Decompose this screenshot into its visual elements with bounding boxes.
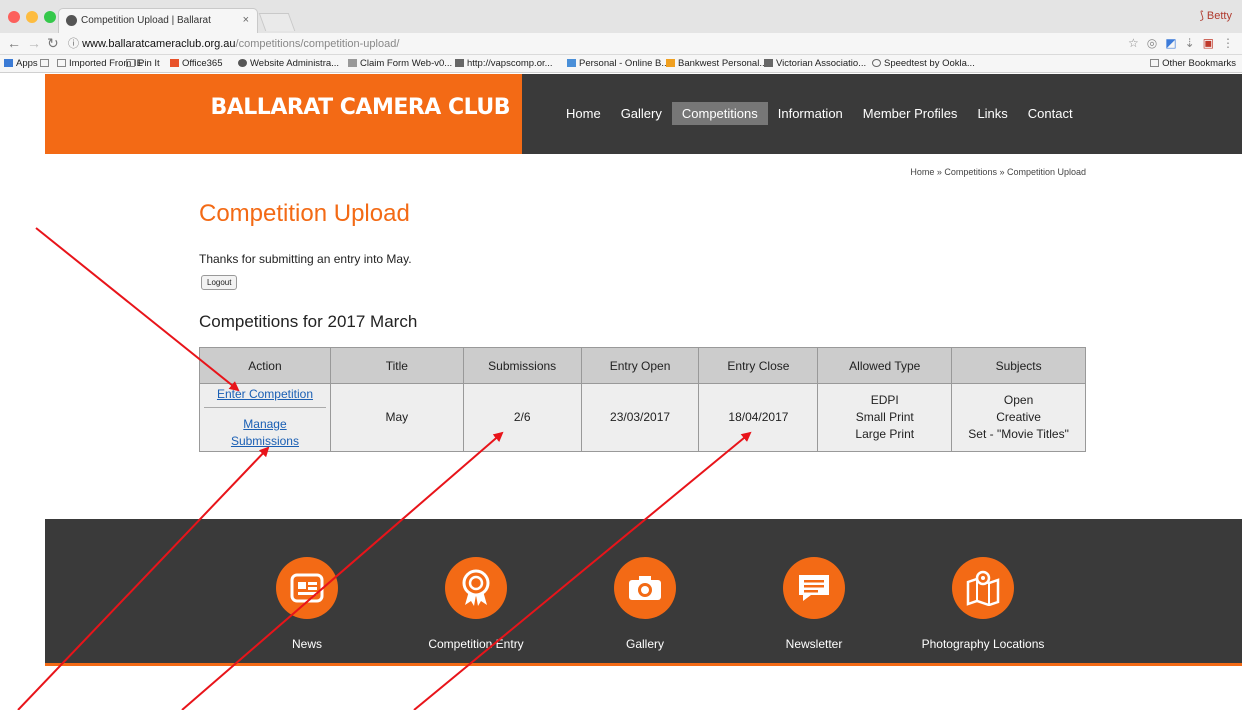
reload-icon[interactable]: ↻: [47, 35, 59, 52]
url-host: www.ballaratcameraclub.org.au: [82, 38, 236, 50]
browser-tab[interactable]: Competition Upload | Ballarat ×: [58, 8, 258, 33]
map-icon: [952, 557, 1014, 619]
footer-label: Newsletter: [785, 637, 843, 651]
submissions-cell: 2/6: [462, 383, 582, 452]
url-path: /competitions/competition-upload/: [235, 38, 400, 50]
extension-icon[interactable]: ▣: [1203, 36, 1214, 50]
action-cell: Enter Competition Manage Submissions: [199, 383, 331, 452]
table-header-row: Action Title Submissions Entry Open Entr…: [199, 347, 1086, 384]
bookmark-blank[interactable]: [40, 58, 52, 69]
thanks-message: Thanks for submitting an entry into May.: [199, 252, 412, 266]
col-action: Action: [199, 347, 331, 384]
enter-competition-link[interactable]: Enter Competition: [204, 384, 326, 408]
browser-tab-bar: Competition Upload | Ballarat × ⟆ Betty: [0, 0, 1242, 33]
bookmark-website-admin[interactable]: Website Administra...: [238, 58, 339, 69]
close-window-button[interactable]: [8, 11, 20, 23]
extension-icon[interactable]: ◩: [1165, 36, 1176, 50]
nav-home[interactable]: Home: [556, 102, 611, 125]
footer-photography-locations[interactable]: Photography Locations: [903, 557, 1063, 651]
footer-label: Photography Locations: [921, 637, 1045, 651]
nav-member-profiles[interactable]: Member Profiles: [853, 102, 968, 125]
allowed-type-cell: EDPI Small Print Large Print: [817, 383, 953, 452]
col-allowed-type: Allowed Type: [817, 347, 953, 384]
bookmark-victorian-association[interactable]: Victorian Associatio...: [764, 58, 866, 69]
manage-submissions-link[interactable]: Manage Submissions: [200, 408, 330, 450]
bookmark-vapscomp[interactable]: http://vapscomp.or...: [455, 58, 553, 69]
footer-gallery[interactable]: Gallery: [565, 557, 725, 651]
address-bar-row: ← → ↻ ⓘ www.ballaratcameraclub.org.au/co…: [0, 33, 1242, 55]
minimize-window-button[interactable]: [26, 11, 38, 23]
footer-news[interactable]: News: [227, 557, 387, 651]
bookmark-apps[interactable]: Apps: [4, 58, 38, 69]
info-icon: ⓘ: [68, 38, 83, 50]
subject-item: Set - "Movie Titles": [968, 427, 1069, 441]
competitions-heading: Competitions for 2017 March: [199, 312, 418, 331]
footer-newsletter[interactable]: Newsletter: [734, 557, 894, 651]
bookmark-personal-online[interactable]: Personal - Online B...: [567, 58, 669, 69]
nav-gallery[interactable]: Gallery: [611, 102, 672, 125]
page-title: Competition Upload: [199, 200, 410, 227]
extension-icons: ☆ ◎ ◩ ⇣ ▣ ⋮: [1128, 36, 1234, 50]
allowed-type-item: Large Print: [855, 427, 915, 441]
new-tab-button[interactable]: [258, 13, 296, 31]
competitions-table: Action Title Submissions Entry Open Entr…: [199, 347, 1086, 452]
main-nav: Home Gallery Competitions Information Me…: [556, 102, 1083, 125]
col-title: Title: [329, 347, 464, 384]
tab-title: Competition Upload | Ballarat: [81, 15, 211, 26]
nav-competitions[interactable]: Competitions: [671, 102, 768, 125]
site-favicon-icon: [66, 15, 77, 26]
extension-icon[interactable]: ⇣: [1185, 36, 1195, 50]
footer-label: News: [291, 637, 322, 651]
subjects-cell: Open Creative Set - "Movie Titles": [951, 383, 1086, 452]
chat-icon: [783, 557, 845, 619]
forward-arrow-icon[interactable]: →: [27, 35, 41, 51]
camera-icon: [614, 557, 676, 619]
breadcrumb[interactable]: Home » Competitions » Competition Upload: [910, 167, 1086, 177]
star-bookmark-icon[interactable]: ☆: [1128, 36, 1139, 50]
bookmark-bankwest[interactable]: Bankwest Personal...: [666, 58, 767, 69]
bookmarks-bar: Apps Imported From IE Pin It Office365 W…: [0, 55, 1242, 73]
news-icon: [276, 557, 338, 619]
other-bookmarks[interactable]: Other Bookmarks: [1150, 58, 1236, 69]
extension-icon[interactable]: ◎: [1147, 36, 1157, 50]
nav-links[interactable]: Links: [967, 102, 1017, 125]
nav-contact[interactable]: Contact: [1018, 102, 1083, 125]
site-footer: News Competition Entry Gallery Newslette…: [45, 519, 1242, 666]
col-entry-close: Entry Close: [698, 347, 819, 384]
award-icon: [445, 557, 507, 619]
subject-item: Creative: [996, 410, 1041, 424]
col-subjects: Subjects: [951, 347, 1086, 384]
logout-button[interactable]: Logout: [201, 275, 238, 290]
col-entry-open: Entry Open: [580, 347, 700, 384]
footer-label: Competition Entry: [428, 637, 524, 651]
maximize-window-button[interactable]: [44, 11, 56, 23]
footer-label: Gallery: [625, 637, 664, 651]
menu-kebab-icon[interactable]: ⋮: [1222, 36, 1234, 50]
bookmark-office365[interactable]: Office365: [170, 58, 223, 69]
url-field[interactable]: ⓘ www.ballaratcameraclub.org.au/competit…: [68, 35, 1118, 53]
back-arrow-icon[interactable]: ←: [7, 35, 21, 51]
title-cell: May: [329, 383, 464, 452]
footer-competition-entry[interactable]: Competition Entry: [396, 557, 556, 651]
allowed-type-item: Small Print: [855, 410, 914, 424]
bookmark-pin-it[interactable]: Pin It: [126, 58, 160, 69]
nav-information[interactable]: Information: [768, 102, 853, 125]
entry-close-cell: 18/04/2017: [698, 383, 819, 452]
subject-item: Open: [1003, 393, 1034, 407]
table-row: Enter Competition Manage Submissions May…: [199, 383, 1086, 452]
col-submissions: Submissions: [462, 347, 582, 384]
bookmark-speedtest[interactable]: Speedtest by Ookla...: [872, 58, 975, 69]
tab-close-icon[interactable]: ×: [243, 9, 249, 32]
site-brand[interactable]: BALLARAT CAMERA CLUB: [45, 74, 522, 154]
profile-button[interactable]: ⟆ Betty: [1200, 9, 1232, 22]
allowed-type-item: EDPI: [870, 393, 899, 407]
bookmark-claim-form[interactable]: Claim Form Web-v0...: [348, 58, 452, 69]
entry-open-cell: 23/03/2017: [580, 383, 700, 452]
